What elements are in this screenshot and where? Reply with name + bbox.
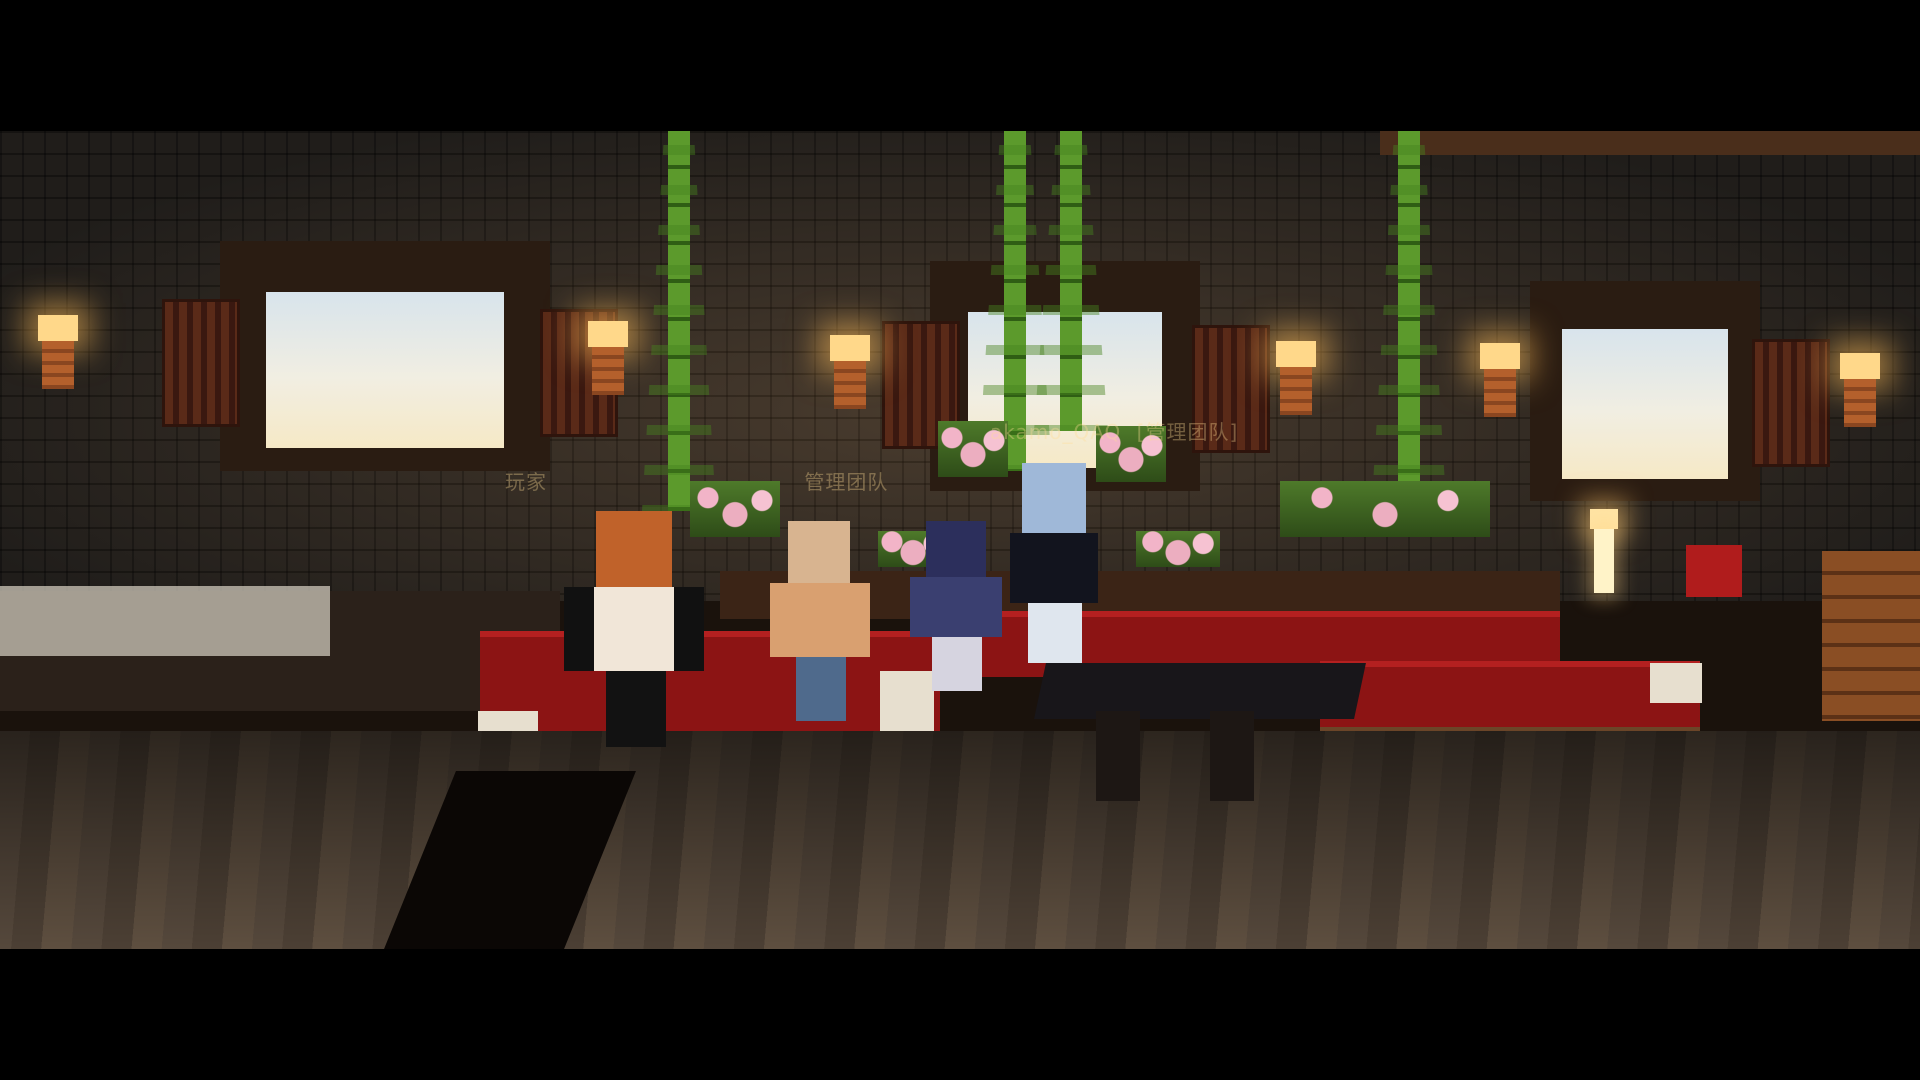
nametag-team: [管理团队] xyxy=(1136,420,1239,444)
table-leg xyxy=(1210,711,1254,801)
player-torso xyxy=(910,577,1002,637)
bamboo-stalk xyxy=(668,131,690,511)
player-torso xyxy=(1010,533,1098,603)
game-viewport[interactable]: 玩家 管理团队 akamo_QAQ [管理团队] xyxy=(0,131,1920,949)
player-nametag-left: 玩家 管理团队 xyxy=(505,466,888,495)
wall-lantern xyxy=(820,331,880,411)
nametag-prefix: 玩家 xyxy=(505,470,547,494)
shutter xyxy=(1752,339,1830,467)
coffee-table xyxy=(1034,663,1366,719)
window-right-sky xyxy=(1562,329,1728,479)
nametag-team: 管理团队 xyxy=(804,470,889,494)
pink-flower-planter xyxy=(1136,531,1220,567)
wall-lantern xyxy=(28,311,88,391)
player-legs xyxy=(932,637,982,691)
bookshelf-block xyxy=(1822,551,1920,721)
quartz-countertop xyxy=(0,586,330,656)
player-head xyxy=(926,521,986,577)
nametag-player-name: akamo_QAQ xyxy=(990,420,1122,444)
window-left xyxy=(220,241,550,471)
letterbox-top xyxy=(0,0,1920,131)
player-nametag-right: akamo_QAQ [管理团队] xyxy=(990,416,1238,445)
letterbox-bottom xyxy=(0,949,1920,1080)
wall-lantern xyxy=(1266,337,1326,417)
player-legs xyxy=(1028,603,1082,663)
table-leg xyxy=(1096,711,1140,801)
window-right xyxy=(1530,281,1760,501)
bamboo-stalk xyxy=(1060,131,1082,431)
wall-lantern xyxy=(1830,349,1890,429)
player-head xyxy=(596,511,672,587)
sofa-cushion xyxy=(1320,661,1700,737)
lamp-post xyxy=(1584,509,1624,609)
player-torso xyxy=(564,587,704,671)
wall-lantern xyxy=(1470,339,1530,419)
player-legs xyxy=(606,671,666,747)
player-legs xyxy=(796,657,846,721)
floor-shadow xyxy=(0,731,1920,949)
player-head xyxy=(788,521,850,583)
shutter xyxy=(162,299,240,427)
pink-flower-planter xyxy=(1280,481,1490,537)
bench-trim xyxy=(1650,663,1702,703)
window-left-sky xyxy=(266,291,504,448)
player-head xyxy=(1022,463,1086,533)
player-torso xyxy=(770,583,870,657)
player-navy-outfit[interactable] xyxy=(910,521,1006,691)
ceiling-beam xyxy=(1380,131,1920,155)
player-cream-hoodie[interactable] xyxy=(770,521,880,721)
wall-lantern xyxy=(578,317,638,397)
red-block xyxy=(1686,545,1742,597)
player-orange-hair[interactable] xyxy=(556,511,706,747)
player-blue-hair[interactable] xyxy=(1010,463,1100,663)
bamboo-stalk xyxy=(1398,131,1420,501)
